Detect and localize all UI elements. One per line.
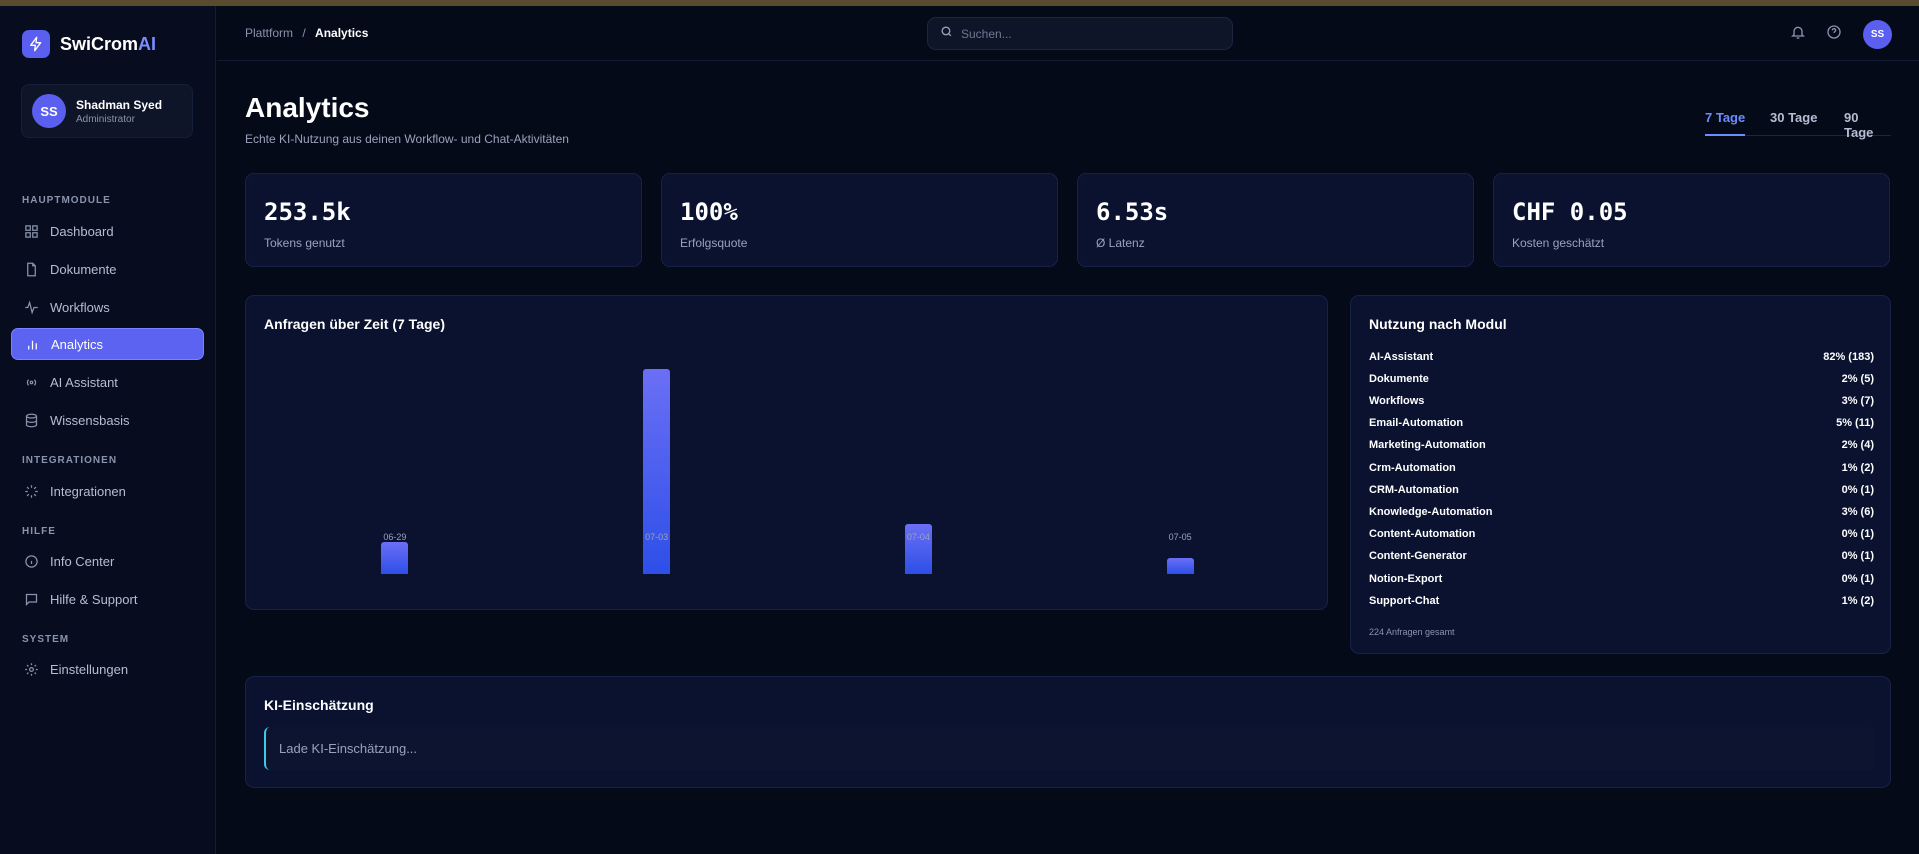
database-icon — [22, 411, 40, 429]
bar-chart-icon — [23, 335, 41, 353]
section-label-hilfe: HILFE — [22, 526, 56, 537]
sidebar-item-label: Dashboard — [50, 223, 114, 239]
page-subtitle: Echte KI-Nutzung aus deinen Workflow- un… — [245, 132, 569, 146]
module-row: Notion-Export 0% (1) — [1369, 573, 1874, 585]
info-icon — [22, 552, 40, 570]
help-icon[interactable] — [1824, 22, 1844, 42]
bell-icon[interactable] — [1788, 22, 1808, 42]
section-label-integrationen: INTEGRATIONEN — [22, 455, 118, 466]
sidebar-item-label: Einstellungen — [50, 661, 129, 677]
sidebar: SwiCromAI SS Shadman Syed Administrator … — [0, 6, 216, 854]
stat-card-kosten: CHF 0.05 Kosten geschätzt — [1493, 173, 1890, 267]
sidebar-item-ai-assistant[interactable]: AI Assistant — [11, 366, 204, 398]
sidebar-item-wissensbasis[interactable]: Wissensbasis — [11, 404, 204, 436]
breadcrumb: Plattform / Analytics — [245, 26, 368, 40]
breadcrumb-root[interactable]: Plattform — [245, 26, 293, 40]
tab-90-tage[interactable]: 90 Tage — [1844, 110, 1891, 140]
sidebar-item-integrationen[interactable]: Integrationen — [11, 475, 204, 507]
module-row: Content-Automation 0% (1) — [1369, 528, 1874, 540]
module-row: Crm-Automation 1% (2) — [1369, 462, 1874, 474]
grid-icon — [22, 222, 40, 240]
sidebar-item-einstellungen[interactable]: Einstellungen — [11, 653, 204, 685]
search-input[interactable] — [961, 26, 1211, 41]
loader-icon — [22, 482, 40, 500]
sidebar-item-info-center[interactable]: Info Center — [11, 545, 204, 577]
stat-label: Ø Latenz — [1096, 236, 1145, 250]
lightning-icon — [22, 30, 50, 58]
range-tabs: 7 Tage 30 Tage 90 Tage — [1705, 110, 1891, 140]
user-card[interactable]: SS Shadman Syed Administrator — [21, 84, 193, 138]
sidebar-item-label: Analytics — [51, 336, 104, 352]
sidebar-item-label: Dokumente — [50, 261, 117, 277]
x-tick-label: 07-05 — [1168, 532, 1192, 542]
header-avatar[interactable]: SS — [1863, 20, 1892, 49]
top-header: Plattform / Analytics SS — [217, 6, 1919, 61]
sidebar-item-label: AI Assistant — [50, 374, 118, 390]
breadcrumb-separator: / — [302, 26, 306, 40]
sidebar-item-hilfe-support[interactable]: Hilfe & Support — [11, 583, 204, 615]
stat-card-erfolgsquote: 100% Erfolgsquote — [661, 173, 1058, 267]
stat-value: 253.5k — [264, 198, 351, 226]
sidebar-item-dokumente[interactable]: Dokumente — [11, 253, 204, 285]
tab-30-tage[interactable]: 30 Tage — [1770, 110, 1817, 136]
module-row: Content-Generator 0% (1) — [1369, 550, 1874, 562]
module-row: Workflows 3% (7) — [1369, 395, 1874, 407]
stat-card-latenz: 6.53s Ø Latenz — [1077, 173, 1474, 267]
bar-chart: 06-29 07-03 07-04 07-05 — [246, 296, 1329, 611]
stat-label: Kosten geschätzt — [1512, 236, 1605, 250]
sidebar-item-workflows[interactable]: Workflows — [11, 291, 204, 323]
module-row: Dokumente 2% (5) — [1369, 373, 1874, 385]
sidebar-item-label: Info Center — [50, 553, 115, 569]
x-tick-label: 06-29 — [383, 532, 407, 542]
module-total: 224 Anfragen gesamt — [1369, 627, 1455, 637]
x-tick-label: 07-03 — [645, 532, 669, 542]
module-row: Knowledge-Automation 3% (6) — [1369, 506, 1874, 518]
chart-bar[interactable] — [381, 542, 409, 574]
tab-7-tage[interactable]: 7 Tage — [1705, 110, 1746, 136]
user-name: Shadman Syed — [76, 97, 163, 112]
gear-icon — [22, 660, 40, 678]
message-icon — [22, 590, 40, 608]
sidebar-item-label: Wissensbasis — [50, 412, 130, 428]
section-label-hauptmodule: HAUPTMODULE — [22, 195, 111, 206]
app-logo[interactable]: SwiCromAI — [22, 30, 156, 58]
user-role: Administrator — [76, 113, 135, 125]
sidebar-item-label: Workflows — [50, 299, 110, 315]
stat-label: Tokens genutzt — [264, 236, 345, 250]
sidebar-item-analytics[interactable]: Analytics — [11, 328, 204, 360]
sidebar-item-label: Hilfe & Support — [50, 591, 138, 607]
x-tick-label: 07-04 — [906, 532, 930, 542]
module-row: Marketing-Automation 2% (4) — [1369, 439, 1874, 451]
module-row: Email-Automation 5% (11) — [1369, 417, 1874, 429]
requests-chart-panel: Anfragen über Zeit (7 Tage) 06-29 07-03 07… — [245, 295, 1328, 610]
document-icon — [22, 260, 40, 278]
panel-title: KI-Einschätzung — [264, 697, 374, 713]
stat-card-tokens: 253.5k Tokens genutzt — [245, 173, 642, 267]
stat-value: 6.53s — [1096, 198, 1169, 226]
panel-title: Nutzung nach Modul — [1369, 316, 1507, 332]
avatar: SS — [32, 94, 66, 128]
stat-value: 100% — [680, 198, 738, 226]
activity-icon — [22, 298, 40, 316]
module-row: Support-Chat 1% (2) — [1369, 595, 1874, 607]
sidebar-item-label: Integrationen — [50, 483, 126, 499]
search-box[interactable] — [927, 17, 1233, 50]
breadcrumb-current: Analytics — [315, 26, 369, 40]
chart-bar[interactable] — [643, 369, 671, 574]
stat-label: Erfolgsquote — [680, 236, 748, 250]
module-row: AI-Assistant 82% (183) — [1369, 351, 1874, 363]
page-title: Analytics — [245, 92, 370, 123]
radio-icon — [22, 373, 40, 391]
module-usage-panel: Nutzung nach Modul AI-Assistant 82% (183)… — [1350, 295, 1891, 654]
app-name: SwiCromAI — [60, 33, 157, 54]
module-row: CRM-Automation 0% (1) — [1369, 484, 1874, 496]
section-label-system: SYSTEM — [22, 634, 70, 645]
sidebar-item-dashboard[interactable]: Dashboard — [11, 215, 204, 247]
ki-loading-box: Lade KI-Einschätzung... — [264, 727, 1875, 770]
chart-bar[interactable] — [1166, 558, 1194, 574]
search-icon — [940, 25, 953, 43]
stat-value: CHF 0.05 — [1512, 198, 1628, 226]
ki-assessment-panel: KI-Einschätzung Lade KI-Einschätzung... — [245, 676, 1891, 788]
